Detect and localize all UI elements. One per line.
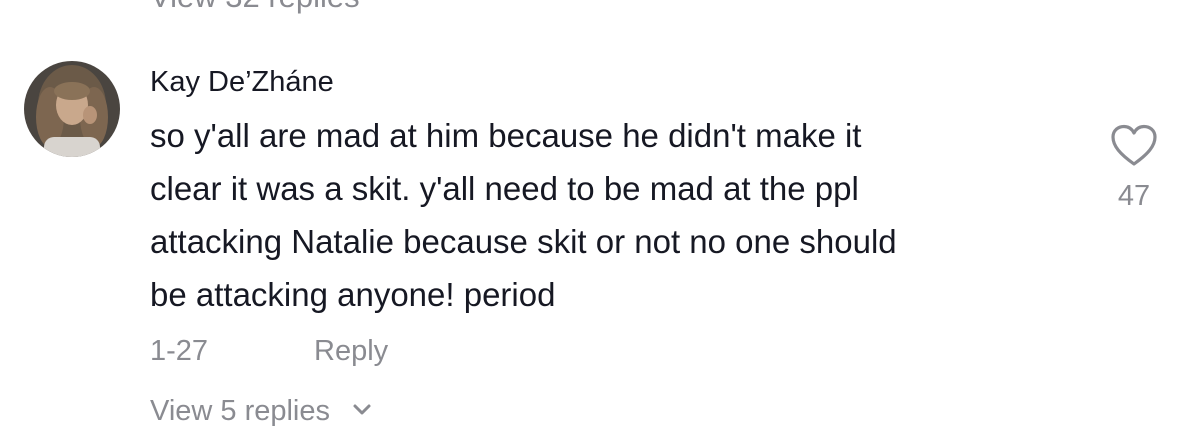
chevron-down-icon — [353, 404, 371, 415]
view-replies-label: View 5 replies — [150, 395, 331, 427]
avatar-image — [24, 61, 120, 157]
comment-text-line: so y'all are mad at him because he didn'… — [150, 117, 862, 154]
reply-button[interactable]: Reply — [314, 335, 388, 368]
comment-item: View 32 replies Kay De’Zháne so y'all ar… — [0, 0, 1200, 430]
avatar[interactable] — [24, 61, 120, 157]
heart-outline-icon — [1111, 124, 1157, 166]
comment-date: 1-27 — [150, 335, 209, 367]
previous-view-replies-button[interactable]: View 32 replies — [150, 0, 360, 15]
like-count: 47 — [1117, 180, 1151, 212]
like-button[interactable] — [1110, 124, 1158, 168]
comment-text-line: clear it was a skit. y'all need to be ma… — [150, 170, 859, 207]
comment-text: so y'all are mad at him because he didn'… — [150, 109, 1110, 321]
comment-username[interactable]: Kay De’Zháne — [150, 66, 334, 99]
comment-text-line: be attacking anyone! period — [150, 276, 556, 313]
comment-text-line: attacking Natalie because skit or not no… — [150, 223, 897, 260]
view-replies-button[interactable]: View 5 replies — [150, 395, 372, 428]
